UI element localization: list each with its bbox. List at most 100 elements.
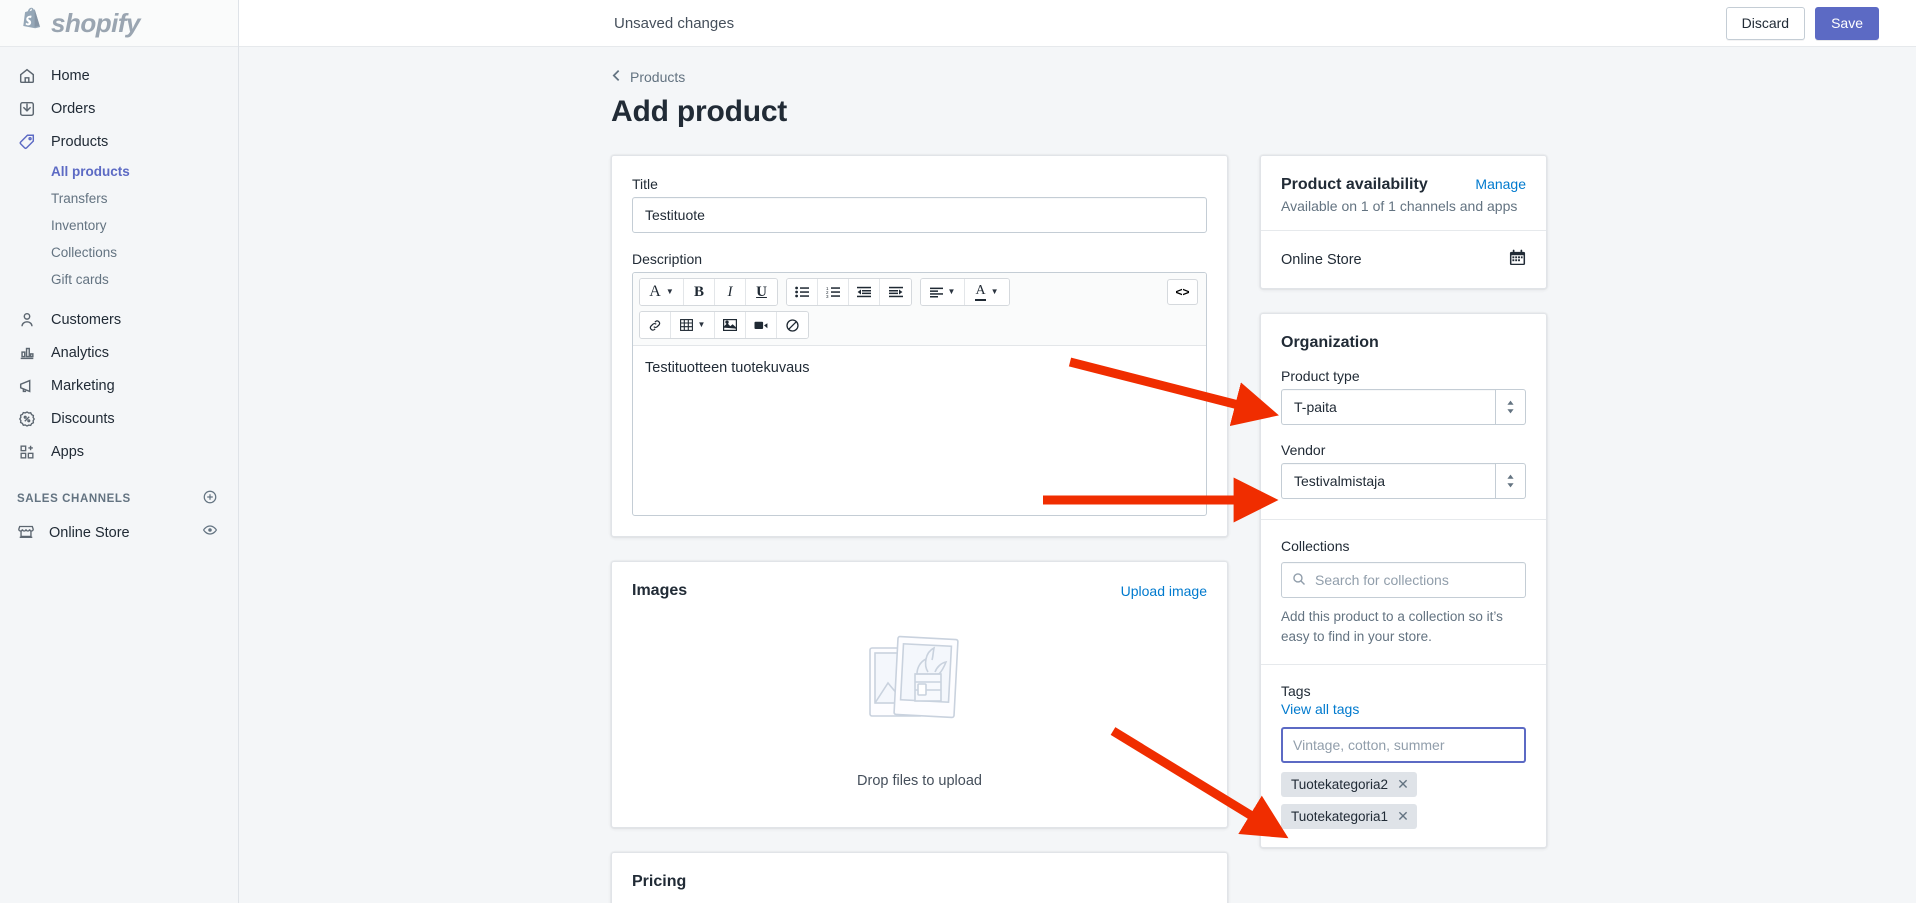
breadcrumb[interactable]: Products (611, 69, 1837, 85)
sidebar-subitem-label: Transfers (51, 191, 108, 206)
indent-button[interactable] (880, 279, 911, 305)
tag-chip[interactable]: Tuotekategoria1 ✕ (1281, 804, 1417, 830)
availability-channel-label: Online Store (1281, 251, 1362, 268)
sidebar-item-analytics[interactable]: Analytics (0, 336, 238, 369)
vendor-select[interactable]: Testivalmistaja (1281, 463, 1526, 499)
description-editor-body[interactable]: Testituotteen tuotekuvaus (633, 345, 1206, 515)
html-code-view-button[interactable]: <> (1167, 279, 1198, 305)
tag-chip[interactable]: Tuotekategoria2 ✕ (1281, 772, 1417, 798)
collections-search-input[interactable]: Search for collections (1281, 562, 1526, 598)
numbered-list-button[interactable]: 123 (818, 279, 849, 305)
shopify-admin-window: shopify Home Orders Products All product… (0, 0, 1916, 903)
search-icon (1292, 572, 1306, 589)
insert-video-button[interactable] (746, 312, 777, 338)
upload-image-link[interactable]: Upload image (1121, 583, 1207, 599)
sidebar-channel-label: Online Store (49, 524, 130, 541)
editor-toolbar-row-1: A ▼ B I U 1 2 3 ▼ A ▼ <> (633, 273, 1206, 311)
sidebar-item-discounts[interactable]: Discounts (0, 402, 238, 435)
primary-column: Title Testituote Description A ▼ B I U 1… (611, 155, 1228, 903)
product-title-input[interactable]: Testituote (632, 197, 1207, 233)
images-card: Images Upload image Drop files to upload (611, 561, 1228, 828)
sidebar-item-label: Orders (51, 100, 96, 117)
tags-section: Tags View all tags Vintage, cotton, summ… (1261, 664, 1546, 847)
editor-format-group: A ▼ B I U (639, 278, 778, 306)
vendor-value[interactable]: Testivalmistaja (1281, 463, 1495, 499)
sidebar-item-orders[interactable]: Orders (0, 92, 238, 125)
pricing-card: Pricing (611, 852, 1228, 903)
save-button[interactable]: Save (1815, 6, 1879, 40)
insert-link-button[interactable] (640, 312, 671, 338)
discard-button[interactable]: Discard (1725, 6, 1806, 40)
shopify-bag-icon (20, 7, 44, 39)
image-dropzone[interactable]: Drop files to upload (612, 600, 1227, 827)
collections-helper-text: Add this product to a collection so it’s… (1281, 609, 1503, 644)
logo-wordmark: shopify (51, 7, 140, 38)
images-card-title: Images (632, 582, 688, 599)
sidebar-item-home[interactable]: Home (0, 59, 238, 92)
brand-logo[interactable]: shopify (0, 0, 238, 47)
sidebar-item-apps[interactable]: Apps (0, 435, 238, 468)
outdent-button[interactable] (849, 279, 880, 305)
preview-eye-icon[interactable] (202, 522, 218, 543)
collections-label: Collections (1281, 538, 1350, 554)
customer-icon (17, 310, 37, 330)
product-type-value[interactable]: T-paita (1281, 389, 1495, 425)
chevron-down-icon: ▼ (990, 287, 999, 296)
bulleted-list-button[interactable] (787, 279, 818, 305)
description-field-label: Description (632, 251, 703, 267)
pricing-card-title: Pricing (632, 873, 687, 890)
sidebar-item-online-store[interactable]: Online Store (0, 516, 238, 549)
chevron-down-icon: ▼ (947, 287, 956, 296)
analytics-bars-icon (17, 343, 37, 363)
sidebar-item-collections[interactable]: Collections (0, 239, 238, 266)
svg-text:3: 3 (826, 294, 829, 298)
megaphone-icon (17, 376, 37, 396)
remove-tag-icon[interactable]: ✕ (1397, 808, 1409, 825)
tags-list: Tuotekategoria2 ✕ Tuotekategoria1 ✕ (1281, 772, 1526, 830)
tags-input[interactable]: Vintage, cotton, summer (1281, 727, 1526, 764)
text-align-button[interactable]: ▼ (921, 279, 965, 305)
calendar-icon[interactable] (1509, 249, 1526, 270)
underline-button[interactable]: U (746, 279, 777, 305)
chevron-down-icon: ▼ (697, 320, 706, 329)
sidebar: shopify Home Orders Products All product… (0, 0, 239, 903)
remove-tag-icon[interactable]: ✕ (1397, 776, 1409, 793)
text-color-button[interactable]: A ▼ (965, 279, 1009, 305)
home-icon (17, 66, 37, 86)
product-availability-card: Product availability Manage Available on… (1260, 155, 1547, 289)
availability-card-title: Product availability (1281, 176, 1428, 193)
sidebar-item-all-products[interactable]: All products (0, 158, 238, 185)
unsaved-changes-label: Unsaved changes (614, 14, 735, 32)
editor-insert-group: ▼ (639, 311, 809, 339)
context-bar-actions: Discard Save (1725, 6, 1879, 40)
discount-badge-icon (17, 409, 37, 429)
insert-table-button[interactable]: ▼ (671, 312, 715, 338)
editor-align-group: ▼ A ▼ (920, 278, 1010, 306)
product-type-stepper-icon[interactable] (1495, 389, 1526, 425)
vendor-stepper-icon[interactable] (1495, 463, 1526, 499)
view-all-tags-link[interactable]: View all tags (1281, 701, 1526, 717)
product-type-select[interactable]: T-paita (1281, 389, 1526, 425)
add-channel-icon[interactable] (202, 489, 218, 510)
availability-channel-row: Online Store (1261, 230, 1546, 288)
font-family-button[interactable]: A ▼ (640, 279, 684, 305)
chevron-left-icon (611, 69, 622, 85)
sidebar-item-gift-cards[interactable]: Gift cards (0, 266, 238, 293)
bold-button[interactable]: B (684, 279, 715, 305)
sidebar-item-customers[interactable]: Customers (0, 303, 238, 336)
photo-placeholder-illustration-icon (860, 626, 980, 751)
italic-button[interactable]: I (715, 279, 746, 305)
organization-card-title: Organization (1281, 334, 1379, 351)
insert-image-button[interactable] (715, 312, 746, 338)
secondary-column: Product availability Manage Available on… (1260, 155, 1547, 872)
sales-channels-label: SALES CHANNELS (17, 493, 131, 505)
description-rich-text-editor: A ▼ B I U 1 2 3 ▼ A ▼ <> ▼ Testituotteen… (632, 272, 1207, 516)
clear-formatting-button[interactable] (777, 312, 808, 338)
sidebar-item-inventory[interactable]: Inventory (0, 212, 238, 239)
sidebar-item-products[interactable]: Products (0, 125, 238, 158)
storefront-icon (17, 522, 35, 544)
manage-availability-link[interactable]: Manage (1475, 176, 1526, 192)
sidebar-item-marketing[interactable]: Marketing (0, 369, 238, 402)
sidebar-item-transfers[interactable]: Transfers (0, 185, 238, 212)
